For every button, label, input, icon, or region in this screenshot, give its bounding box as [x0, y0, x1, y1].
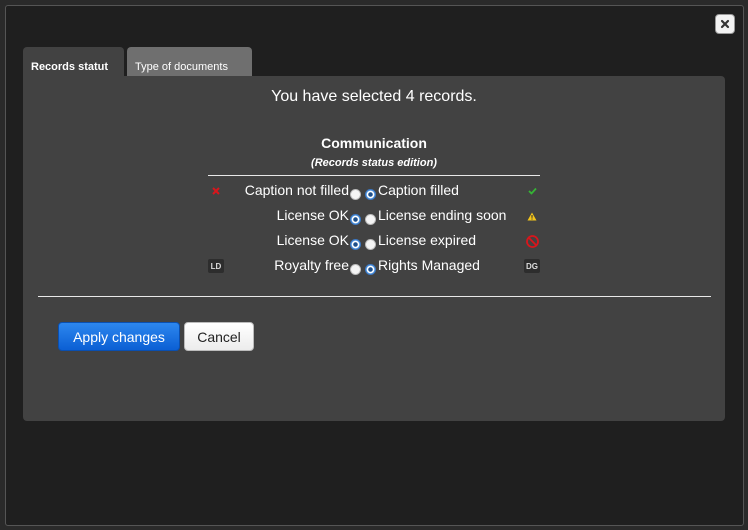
right-label: Caption filled — [378, 182, 459, 198]
ld-badge-icon: LD — [208, 258, 224, 274]
right-label: License expired — [378, 232, 477, 248]
close-icon — [720, 19, 730, 29]
warning-triangle-icon — [524, 208, 540, 224]
apply-changes-button[interactable]: Apply changes — [58, 322, 180, 351]
dialog: Records statut Type of documents You hav… — [5, 5, 744, 526]
records-status-panel: You have selected 4 records. Communicati… — [23, 76, 725, 421]
radio-license-ok[interactable] — [350, 239, 361, 250]
close-button[interactable] — [715, 14, 735, 34]
divider — [38, 296, 711, 297]
right-label: License ending soon — [378, 207, 507, 223]
radio-caption-not-filled[interactable] — [350, 189, 361, 200]
left-label: License OK — [276, 207, 349, 223]
green-check-icon — [524, 183, 540, 199]
radio-royalty-free[interactable] — [350, 264, 361, 275]
tab-label: Records statut — [31, 61, 109, 73]
radio-rights-managed[interactable] — [365, 264, 376, 275]
no-entry-icon — [524, 233, 540, 249]
status-row-license-ending: License OK License ending soon — [208, 204, 540, 228]
ld-badge-label: LD — [208, 259, 224, 273]
dg-badge-label: DG — [524, 259, 540, 273]
selection-count-text: You have selected 4 records. — [271, 88, 477, 105]
status-row-caption: Caption not filled Caption filled — [208, 179, 540, 203]
tab-type-of-documents[interactable]: Type of documents — [127, 47, 252, 78]
right-label: Rights Managed — [378, 257, 480, 273]
section-title: Communication — [321, 135, 427, 151]
left-label: Royalty free — [274, 257, 349, 273]
left-label: Caption not filled — [244, 182, 349, 198]
tab-label: Type of documents — [135, 61, 228, 73]
radio-license-expired[interactable] — [365, 239, 376, 250]
dg-badge-icon: DG — [524, 258, 540, 274]
radio-license-ending-soon[interactable] — [365, 214, 376, 225]
status-row-license-expired: License OK License expired — [208, 229, 540, 253]
red-x-icon — [208, 183, 224, 199]
tab-records-statut[interactable]: Records statut — [23, 47, 124, 78]
cancel-button[interactable]: Cancel — [184, 322, 254, 351]
divider — [208, 175, 540, 176]
radio-caption-filled[interactable] — [365, 189, 376, 200]
left-label: License OK — [276, 232, 349, 248]
status-row-rights: LD Royalty free Rights Managed DG — [208, 254, 540, 278]
radio-license-ok[interactable] — [350, 214, 361, 225]
section-subtitle: (Records status edition) — [311, 157, 437, 169]
